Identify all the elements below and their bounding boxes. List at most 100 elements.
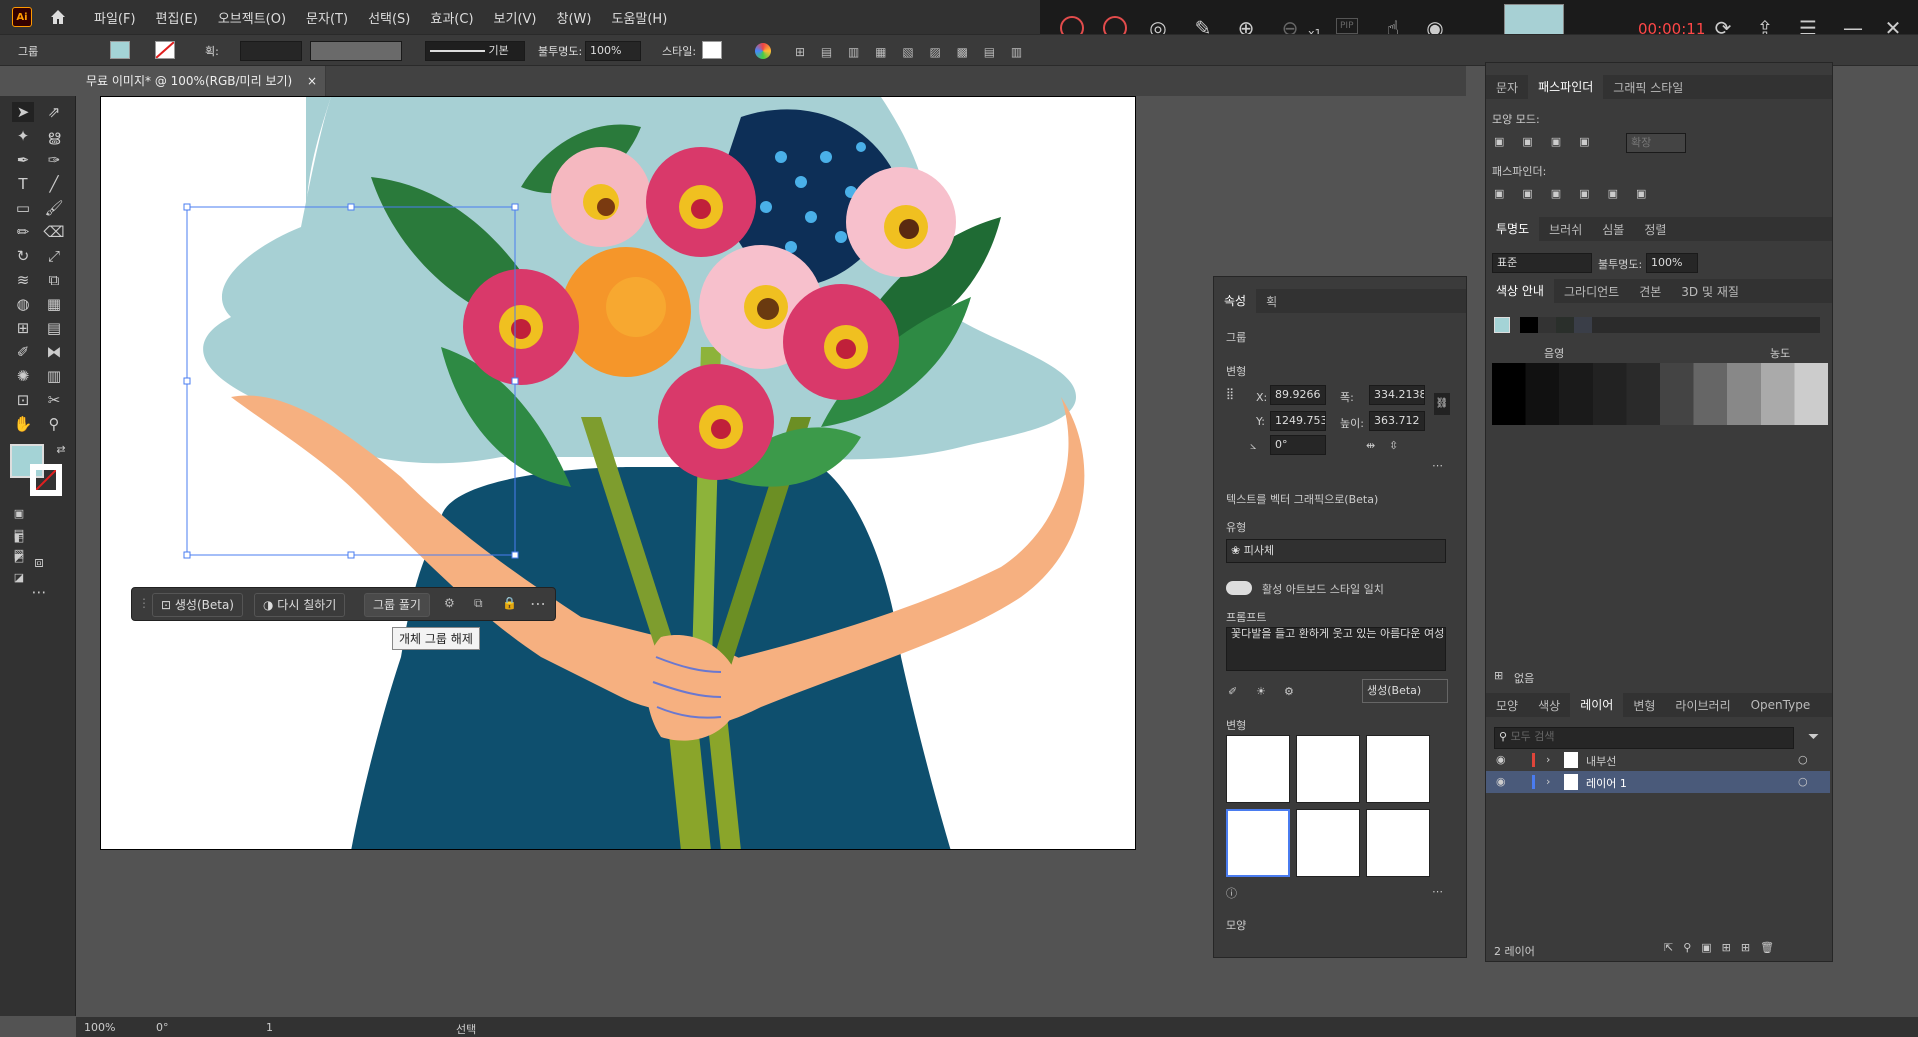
- graphic-style-swatch[interactable]: [702, 41, 722, 59]
- type-dropdown[interactable]: ❀ 피사체: [1226, 539, 1446, 563]
- y-field[interactable]: 1249.7533: [1270, 411, 1326, 431]
- menu-view[interactable]: 보기(V): [494, 8, 537, 27]
- tab-character[interactable]: 문자: [1486, 79, 1528, 96]
- mesh-tool-icon[interactable]: ⊞: [12, 318, 34, 338]
- harmony-strip[interactable]: [1520, 317, 1820, 333]
- pen-tool-icon[interactable]: ✒: [12, 150, 34, 170]
- swap-colors-icon[interactable]: ⇄: [50, 440, 72, 460]
- menu-effect[interactable]: 효과(C): [430, 8, 473, 27]
- lasso-icon[interactable]: ൠ: [43, 126, 65, 146]
- tab-properties[interactable]: 속성: [1214, 289, 1257, 313]
- free-transform-icon[interactable]: ⧉: [43, 270, 65, 290]
- menu-help[interactable]: 도움말(H): [611, 8, 667, 27]
- menu-type[interactable]: 문자(T): [306, 8, 348, 27]
- pip-button[interactable]: PIP: [1336, 18, 1358, 34]
- lock-icon[interactable]: 🔒: [502, 596, 517, 610]
- perspective-grid-icon[interactable]: ▦: [43, 294, 65, 314]
- recolor-icon[interactable]: [755, 43, 771, 59]
- tab-appearance[interactable]: 모양: [1486, 697, 1528, 714]
- type-tool-icon[interactable]: T: [12, 174, 34, 194]
- zoom-level[interactable]: 100%: [84, 1021, 115, 1034]
- magic-wand-icon[interactable]: ✦: [12, 126, 34, 146]
- width-field[interactable]: 334.2138: [1369, 385, 1425, 405]
- menu-edit[interactable]: 편집(E): [156, 8, 198, 27]
- stroke-weight-field[interactable]: [240, 41, 302, 61]
- lightbulb-icon[interactable]: ☀: [1256, 685, 1266, 698]
- shape-builder-icon[interactable]: ◍: [12, 294, 34, 314]
- variation-thumb-4[interactable]: [1226, 809, 1290, 877]
- target-circle-icon[interactable]: ○: [1798, 753, 1808, 766]
- blend-mode-dropdown[interactable]: 표준: [1492, 253, 1592, 273]
- tab-align[interactable]: 정렬: [1634, 221, 1676, 238]
- gradient-tool-icon[interactable]: ▤: [43, 318, 65, 338]
- isolate-icon[interactable]: ⚙: [444, 596, 455, 610]
- symbol-sprayer-icon[interactable]: ✺: [12, 366, 34, 386]
- flip-horizontal-icon[interactable]: ⇹: [1366, 439, 1375, 452]
- menu-object[interactable]: 오브젝트(O): [218, 8, 286, 27]
- tab-graphic-styles[interactable]: 그래픽 스타일: [1603, 79, 1693, 96]
- expand-button[interactable]: 확장: [1626, 133, 1686, 153]
- width-tool-icon[interactable]: ≋: [12, 270, 34, 290]
- color-variation-grid[interactable]: [1492, 363, 1828, 425]
- artboard-tool-icon[interactable]: ⊡: [12, 390, 34, 410]
- arrange-icon[interactable]: ⧉: [474, 596, 483, 611]
- screen-mode-icon[interactable]: ⧈: [28, 552, 50, 572]
- draw-mode-icon[interactable]: ◧ ◩ ◪: [8, 528, 30, 584]
- hand-tool-icon[interactable]: ✋: [12, 414, 34, 434]
- eraser-tool-icon[interactable]: ⌫: [43, 222, 65, 242]
- layer-row-selected[interactable]: ◉ › 레이어 1 ○: [1486, 771, 1830, 793]
- menu-window[interactable]: 창(W): [557, 8, 592, 27]
- layers-search-input[interactable]: ⚲ 모두 검색: [1494, 727, 1794, 749]
- document-tab[interactable]: 무료 이미지* @ 100%(RGB/미리 보기) ×: [76, 66, 326, 96]
- eyedropper-icon[interactable]: ✐: [12, 342, 34, 362]
- variable-width-field[interactable]: [310, 41, 402, 61]
- link-proportions-icon[interactable]: ⛓: [1434, 393, 1450, 415]
- graph-tool-icon[interactable]: ▥: [43, 366, 65, 386]
- stroke-swatch[interactable]: [155, 41, 175, 59]
- align-icons[interactable]: ⊞ ▤ ▥ ▦ ▧ ▨ ▩ ▤ ▥: [795, 45, 1028, 59]
- tab-brushes[interactable]: 브러쉬: [1539, 221, 1592, 238]
- pathfinder-icons[interactable]: ▣▣▣▣▣▣: [1494, 187, 1664, 200]
- visibility-eye-icon[interactable]: ◉: [1496, 775, 1506, 788]
- tab-pathfinder[interactable]: 패스파인더: [1528, 75, 1604, 99]
- more-variations-icon[interactable]: ⋯: [1432, 885, 1443, 898]
- expand-layer-icon[interactable]: ›: [1546, 775, 1550, 788]
- variation-thumb-6[interactable]: [1366, 809, 1430, 877]
- menu-file[interactable]: 파일(F): [94, 8, 136, 27]
- visibility-eye-icon[interactable]: ◉: [1496, 753, 1506, 766]
- close-tab-icon[interactable]: ×: [307, 66, 317, 96]
- base-color-swatch[interactable]: [1494, 317, 1510, 333]
- more-transform-icon[interactable]: ⋯: [1432, 459, 1443, 472]
- layer-row[interactable]: ◉ › 내부선 ○: [1486, 749, 1830, 771]
- height-field[interactable]: 363.712 p: [1369, 411, 1425, 431]
- shape-mode-icons[interactable]: ▣▣▣▣: [1494, 135, 1608, 148]
- tab-gradient[interactable]: 그라디언트: [1554, 283, 1629, 300]
- color-mode-icon[interactable]: ▣ ▤ ▧: [8, 504, 30, 560]
- slice-tool-icon[interactable]: ✂: [43, 390, 65, 410]
- tab-libraries[interactable]: 라이브러리: [1665, 697, 1740, 714]
- generate-beta-button[interactable]: 생성(Beta): [1362, 679, 1448, 703]
- ungroup-button[interactable]: 그룹 풀기: [364, 593, 430, 617]
- shaper-tool-icon[interactable]: ✏: [12, 222, 34, 242]
- opacity-field[interactable]: 100%: [1646, 253, 1698, 273]
- tab-transparency[interactable]: 투명도: [1486, 217, 1540, 241]
- tab-swatches[interactable]: 견본: [1629, 283, 1671, 300]
- tab-opentype[interactable]: OpenType: [1741, 698, 1821, 712]
- tab-color-guide[interactable]: 색상 안내: [1486, 279, 1554, 303]
- selection-tool-icon[interactable]: ➤: [12, 102, 34, 122]
- generate-beta-button[interactable]: ⊡ 생성(Beta): [152, 593, 243, 617]
- curvature-tool-icon[interactable]: ✑: [43, 150, 65, 170]
- rotate-tool-icon[interactable]: ↻: [12, 246, 34, 266]
- filter-icon[interactable]: ⏷: [1808, 729, 1819, 745]
- angle-field[interactable]: 0°: [1270, 435, 1326, 455]
- drag-handle-icon[interactable]: ⋮: [138, 596, 150, 610]
- line-tool-icon[interactable]: ╱: [43, 174, 65, 194]
- home-icon[interactable]: [48, 7, 68, 27]
- variation-thumb-1[interactable]: [1226, 735, 1290, 803]
- flip-vertical-icon[interactable]: ⇳: [1389, 439, 1398, 452]
- expand-layer-icon[interactable]: ›: [1546, 753, 1550, 766]
- prompt-textarea[interactable]: 꽃다발을 들고 환하게 웃고 있는 아름다운 여성: [1226, 627, 1446, 671]
- eyedropper-icon[interactable]: ✐: [1228, 685, 1237, 698]
- x-field[interactable]: 89.9266 p: [1270, 385, 1326, 405]
- menu-select[interactable]: 선택(S): [368, 8, 410, 27]
